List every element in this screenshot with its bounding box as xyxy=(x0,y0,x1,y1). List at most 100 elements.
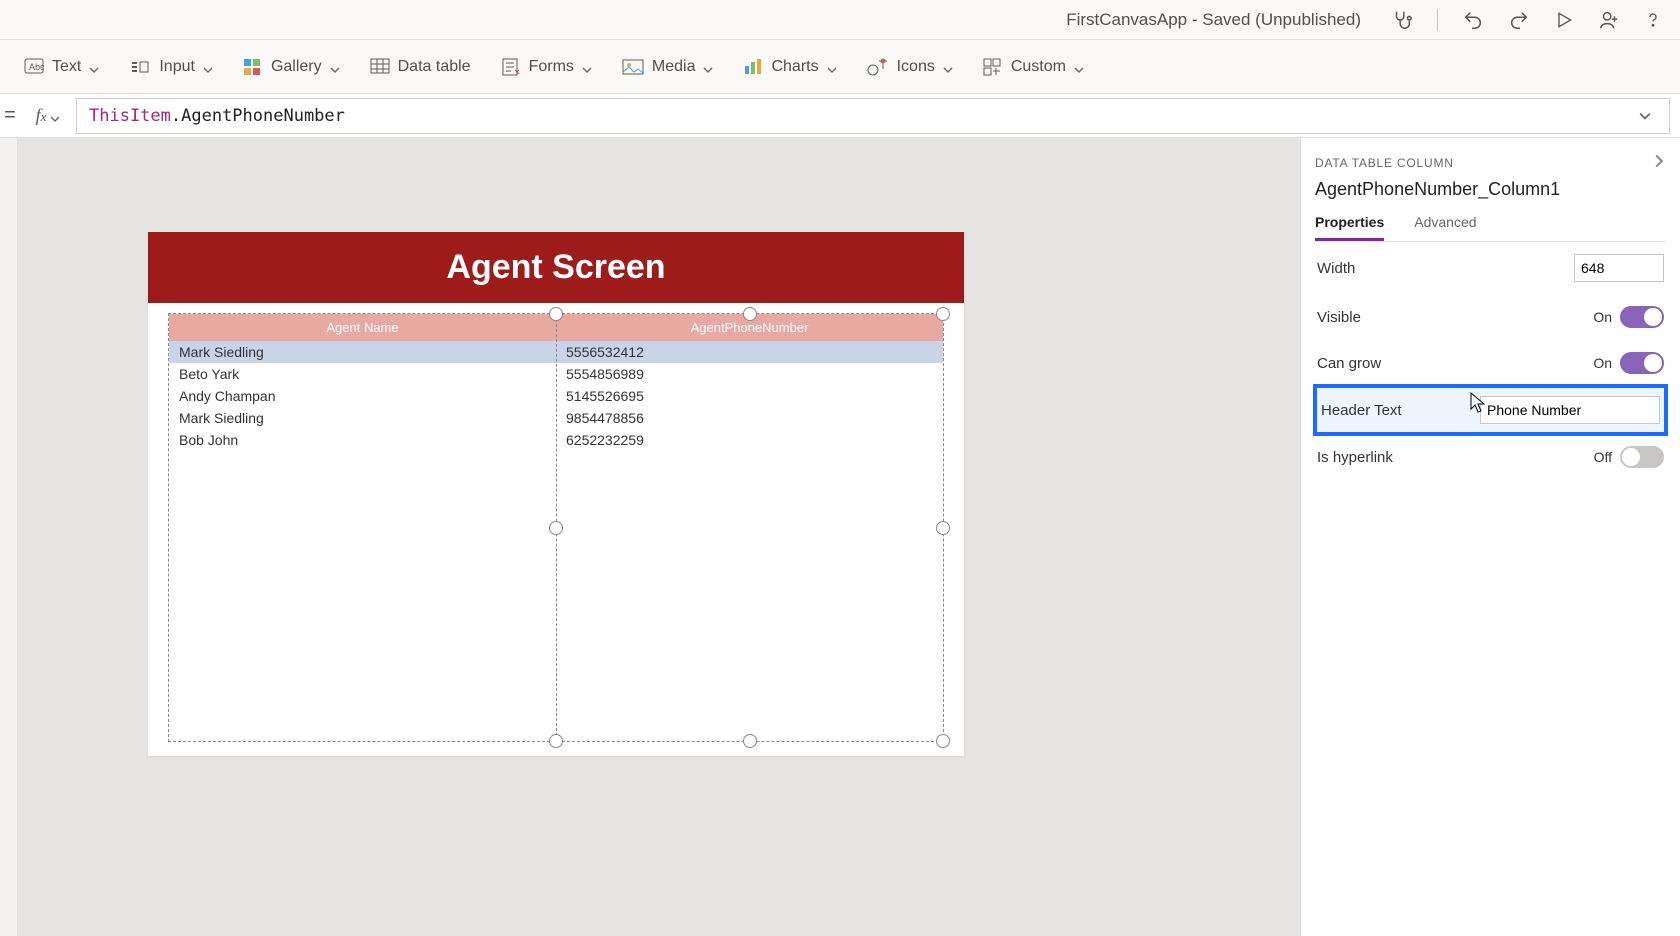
fx-dropdown[interactable]: fx xyxy=(20,105,76,126)
charts-icon xyxy=(743,58,763,76)
data-table[interactable]: Agent Name AgentPhoneNumber Mark Siedlin… xyxy=(168,313,944,742)
prop-hyperlink: Is hyperlink Off xyxy=(1315,434,1666,480)
chevron-down-icon xyxy=(330,62,340,72)
table-row[interactable]: Beto Yark5554856989 xyxy=(169,363,943,385)
prop-cangrow-label: Can grow xyxy=(1317,355,1381,372)
resize-handle[interactable] xyxy=(549,521,563,535)
prop-headertext-input[interactable] xyxy=(1480,396,1660,424)
title-icon-group xyxy=(1391,9,1662,31)
resize-handle[interactable] xyxy=(936,521,950,535)
ribbon-gallery-label: Gallery xyxy=(271,58,322,76)
left-rail[interactable] xyxy=(0,138,18,936)
app-title: Agent Screen xyxy=(148,232,964,303)
ribbon-custom[interactable]: Custom xyxy=(983,58,1084,76)
tab-advanced[interactable]: Advanced xyxy=(1414,214,1476,241)
ribbon-icons[interactable]: Icons xyxy=(867,58,953,76)
resize-handle[interactable] xyxy=(936,734,950,748)
formula-input[interactable]: ThisItem.AgentPhoneNumber xyxy=(76,98,1670,134)
ribbon-media-label: Media xyxy=(652,58,696,76)
cell-name: Andy Champan xyxy=(169,385,556,407)
cell-phone: 6252232259 xyxy=(556,429,943,451)
formula-token-thisitem: ThisItem xyxy=(89,106,171,126)
col-header-name[interactable]: Agent Name xyxy=(169,314,556,341)
data-table-icon xyxy=(370,58,390,76)
table-body: Mark Siedling5556532412Beto Yark55548569… xyxy=(169,341,943,451)
stethoscope-icon[interactable] xyxy=(1391,9,1413,31)
resize-handle[interactable] xyxy=(549,734,563,748)
table-row[interactable]: Andy Champan5145526695 xyxy=(169,385,943,407)
prop-visible-label: Visible xyxy=(1317,309,1361,326)
ribbon-text[interactable]: Abc Text xyxy=(24,58,99,76)
media-icon xyxy=(622,58,644,76)
redo-icon[interactable] xyxy=(1508,9,1530,31)
ribbon-input[interactable]: Input xyxy=(129,58,213,76)
chevron-down-icon xyxy=(827,62,837,72)
ribbon-text-label: Text xyxy=(52,58,81,76)
cell-phone: 5554856989 xyxy=(556,363,943,385)
ribbon-forms-label: Forms xyxy=(529,58,574,76)
chevron-down-icon xyxy=(1074,62,1084,72)
table-row[interactable]: Bob John6252232259 xyxy=(169,429,943,451)
custom-icon xyxy=(983,58,1003,76)
text-icon: Abc xyxy=(24,58,44,76)
ribbon-input-label: Input xyxy=(159,58,195,76)
svg-text:Abc: Abc xyxy=(29,62,44,72)
ribbon-media[interactable]: Media xyxy=(622,58,714,76)
main-area: Agent Screen Agent Name AgentPhoneNumber… xyxy=(0,138,1680,936)
cell-name: Beto Yark xyxy=(169,363,556,385)
chevron-right-icon[interactable] xyxy=(1652,154,1666,171)
forms-icon xyxy=(501,58,521,76)
chevron-down-icon xyxy=(89,62,99,72)
table-empty-space xyxy=(169,451,943,741)
prop-cangrow-state: On xyxy=(1593,355,1612,371)
cell-name: Mark Siedling xyxy=(169,341,556,363)
selected-control-name: AgentPhoneNumber_Column1 xyxy=(1315,179,1666,200)
ribbon-charts-label: Charts xyxy=(771,58,818,76)
table-row[interactable]: Mark Siedling5556532412 xyxy=(169,341,943,363)
document-title: FirstCanvasApp - Saved (Unpublished) xyxy=(1066,10,1361,30)
prop-hyperlink-label: Is hyperlink xyxy=(1317,449,1393,466)
prop-hyperlink-state: Off xyxy=(1594,449,1612,465)
play-icon[interactable] xyxy=(1554,9,1574,31)
ribbon-datatable[interactable]: Data table xyxy=(370,58,471,76)
ribbon-datatable-label: Data table xyxy=(398,58,471,76)
formula-bar: = fx ThisItem.AgentPhoneNumber xyxy=(0,94,1680,138)
ribbon-charts[interactable]: Charts xyxy=(743,58,836,76)
cell-phone: 5556532412 xyxy=(556,341,943,363)
resize-handle[interactable] xyxy=(743,734,757,748)
prop-cangrow: Can grow On xyxy=(1315,340,1666,386)
separator xyxy=(1437,9,1438,31)
tab-properties[interactable]: Properties xyxy=(1315,214,1384,241)
resize-handle[interactable] xyxy=(936,307,950,321)
cursor-icon xyxy=(1470,392,1486,414)
prop-cangrow-toggle[interactable] xyxy=(1620,352,1664,374)
formula-token-rest: .AgentPhoneNumber xyxy=(171,106,345,126)
prop-visible-toggle[interactable] xyxy=(1620,306,1664,328)
undo-icon[interactable] xyxy=(1462,9,1484,31)
equals-label: = xyxy=(0,104,20,127)
chevron-down-icon xyxy=(50,111,60,121)
app-preview: Agent Screen Agent Name AgentPhoneNumber… xyxy=(148,232,964,756)
chevron-down-icon[interactable] xyxy=(1633,110,1657,122)
prop-width-input[interactable] xyxy=(1574,254,1664,282)
table-row[interactable]: Mark Siedling9854478856 xyxy=(169,407,943,429)
canvas[interactable]: Agent Screen Agent Name AgentPhoneNumber… xyxy=(18,138,1300,936)
prop-visible: Visible On xyxy=(1315,294,1666,340)
title-bar: FirstCanvasApp - Saved (Unpublished) xyxy=(0,0,1680,40)
prop-headertext: Header Text xyxy=(1315,386,1666,434)
ribbon-forms[interactable]: Forms xyxy=(501,58,592,76)
share-icon[interactable] xyxy=(1598,9,1620,31)
prop-width: Width xyxy=(1315,242,1666,294)
help-icon[interactable] xyxy=(1644,9,1662,31)
prop-hyperlink-toggle[interactable] xyxy=(1620,446,1664,468)
ribbon-gallery[interactable]: Gallery xyxy=(243,58,340,76)
properties-panel: DATA TABLE COLUMN AgentPhoneNumber_Colum… xyxy=(1300,138,1680,936)
prop-width-label: Width xyxy=(1317,260,1355,277)
cell-phone: 5145526695 xyxy=(556,385,943,407)
cell-phone: 9854478856 xyxy=(556,407,943,429)
panel-heading-label: DATA TABLE COLUMN xyxy=(1315,156,1454,170)
resize-handle[interactable] xyxy=(743,307,757,321)
prop-visible-state: On xyxy=(1593,309,1612,325)
resize-handle[interactable] xyxy=(549,307,563,321)
cell-name: Bob John xyxy=(169,429,556,451)
